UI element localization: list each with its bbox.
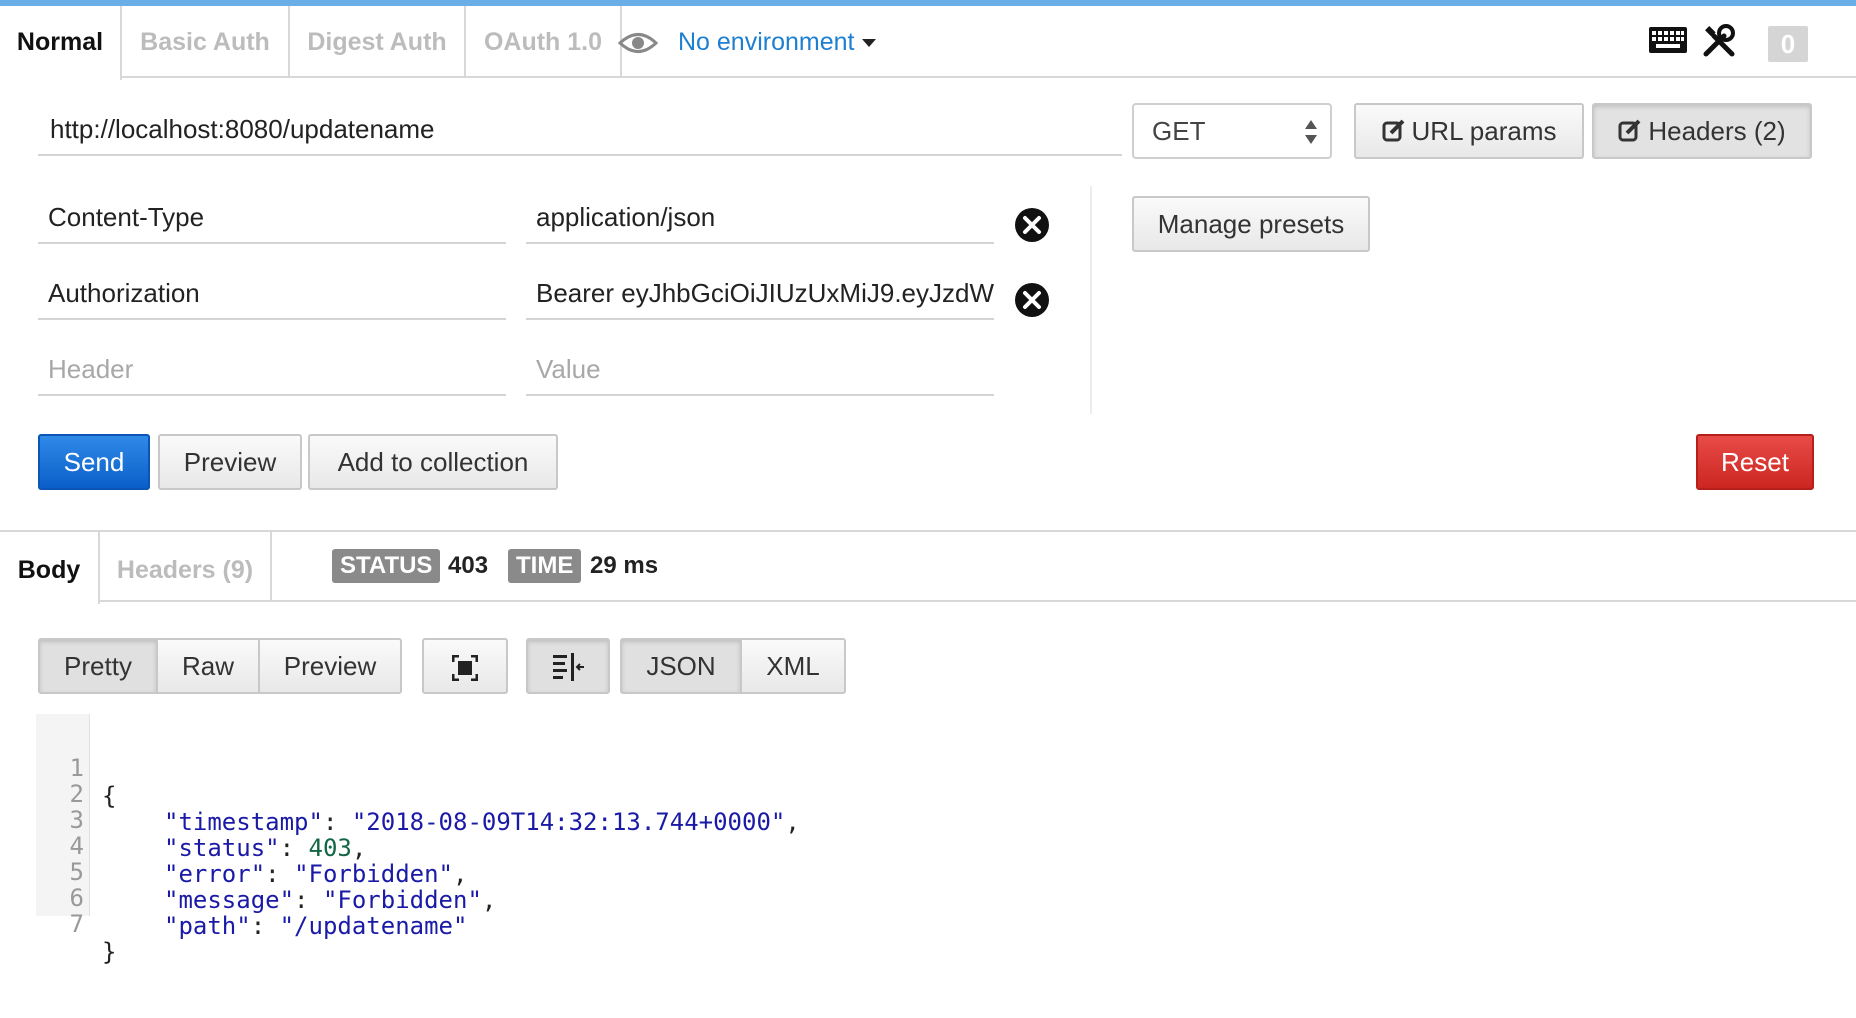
header-value-field[interactable]: application/json (526, 188, 994, 244)
response-body-viewer[interactable]: 1 { 2 "timestamp": "2018-08-09T14:32:13.… (36, 714, 936, 966)
header-key-field[interactable]: Authorization (38, 264, 506, 320)
response-time: 29 ms (590, 552, 659, 579)
header-value-field[interactable]: Bearer eyJhbGciOiJIUzUxMiJ9.eyJzdW (526, 264, 994, 320)
new-header-value-field[interactable]: Value (526, 340, 994, 396)
json-separator: , (453, 860, 468, 888)
tab-basic-auth[interactable]: Basic Auth (122, 6, 290, 78)
add-to-collection-button[interactable]: Add to collection (308, 434, 558, 490)
tab-digest-auth[interactable]: Digest Auth (290, 6, 466, 78)
json-separator: , (351, 834, 367, 862)
code-text: } (102, 938, 117, 966)
headers-label: Headers (2) (1648, 116, 1786, 146)
json-value: "/updatename" (279, 912, 468, 940)
status-code: 403 (448, 552, 489, 579)
code-line: 4 "error": "Forbidden", (36, 804, 468, 888)
divider (1090, 186, 1092, 414)
json-key: "path" (164, 912, 251, 940)
new-header-key-field[interactable]: Header (38, 340, 506, 396)
send-button[interactable]: Send (38, 434, 150, 490)
tab-oauth[interactable]: OAuth 1.0 (466, 6, 622, 78)
time-label-badge: TIME (508, 549, 582, 583)
environment-label: No environment (678, 28, 855, 56)
json-key: "error" (164, 860, 266, 888)
line-number: 7 (69, 910, 84, 938)
wrap-lines-button[interactable] (526, 638, 610, 694)
tab-response-headers[interactable]: Headers (9) (100, 532, 272, 602)
json-value: "2018-08-09T14:32:13.744+0000" (351, 808, 786, 836)
json-key: "status" (164, 834, 280, 862)
raw-view-button[interactable]: Raw (156, 638, 260, 694)
edit-icon (1618, 119, 1642, 150)
header-key-field[interactable]: Content-Type (38, 188, 506, 244)
tools-icon[interactable] (1702, 24, 1736, 63)
url-params-label: URL params (1411, 116, 1557, 146)
tab-normal[interactable]: Normal (0, 6, 122, 80)
pretty-view-button[interactable]: Pretty (38, 638, 158, 694)
remove-header-icon[interactable] (1014, 282, 1050, 323)
response-tab-bar: Body Headers (9) (0, 532, 1856, 604)
remove-header-icon[interactable] (1014, 207, 1050, 248)
chevron-down-icon (862, 39, 877, 48)
json-key: "timestamp" (164, 808, 323, 836)
auth-tab-bar: Normal Basic Auth Digest Auth OAuth 1.0 … (0, 6, 1856, 80)
method-select[interactable]: GET (1132, 103, 1332, 159)
code-line: 7 } (36, 882, 117, 966)
headers-button[interactable]: Headers (2) (1592, 103, 1812, 159)
code-line: 3 "status": 403, (36, 778, 367, 862)
code-text: { (102, 782, 117, 810)
code-line: 5 "message": "Forbidden", (36, 830, 497, 914)
reset-button[interactable]: Reset (1696, 434, 1814, 490)
xml-format-button[interactable]: XML (740, 638, 846, 694)
fullscreen-button[interactable] (422, 638, 508, 694)
url-input[interactable] (38, 104, 1122, 156)
json-format-button[interactable]: JSON (620, 638, 742, 694)
preview-button[interactable]: Preview (158, 434, 302, 490)
json-value: "Forbidden" (322, 886, 482, 914)
keyboard-icon[interactable] (1648, 26, 1688, 59)
select-arrows-icon (1304, 118, 1318, 153)
tab-body[interactable]: Body (0, 532, 100, 604)
json-separator: , (785, 808, 800, 836)
notification-count-badge[interactable]: 0 (1768, 26, 1808, 62)
wrap-lines-icon (551, 651, 585, 681)
environment-select[interactable]: No environment (678, 28, 877, 57)
eye-icon (617, 30, 659, 61)
code-line: 6 "path": "/updatename" (36, 856, 468, 940)
json-key: "message" (164, 886, 295, 914)
json-value: 403 (308, 834, 352, 862)
manage-presets-button[interactable]: Manage presets (1132, 196, 1370, 252)
url-params-button[interactable]: URL params (1354, 103, 1584, 159)
json-separator: , (481, 886, 497, 914)
edit-icon (1382, 119, 1406, 150)
preview-view-button[interactable]: Preview (258, 638, 402, 694)
code-line: 2 "timestamp": "2018-08-09T14:32:13.744+… (36, 752, 800, 836)
fullscreen-icon (451, 651, 479, 682)
status-label-badge: STATUS (332, 549, 441, 583)
json-value: "Forbidden" (294, 860, 454, 888)
code-line: 1 { (36, 726, 117, 810)
method-label: GET (1152, 116, 1206, 146)
